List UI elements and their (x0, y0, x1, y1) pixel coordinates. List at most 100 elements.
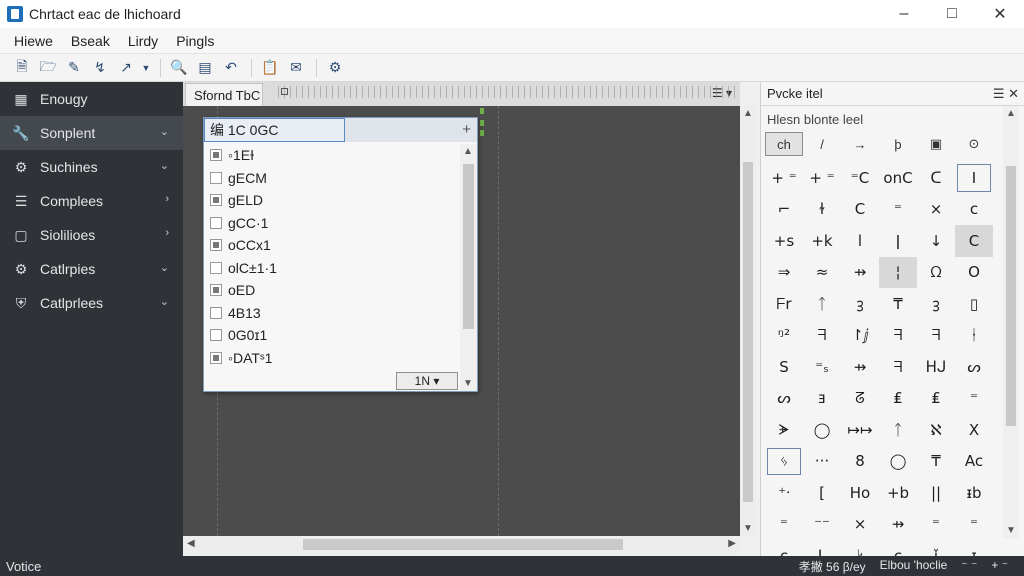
symbol-cell[interactable]: ₸ (917, 446, 955, 478)
symbol-cell[interactable]: l (841, 225, 879, 257)
symbol-cell[interactable]: onC (879, 162, 917, 194)
scrollbar-thumb[interactable] (303, 539, 623, 550)
list-item[interactable]: 0G0ɪ1 (204, 324, 460, 347)
menu-item-1[interactable]: Hiewe (0, 33, 62, 49)
scroll-right-icon[interactable]: ▶ (728, 538, 736, 549)
checkbox[interactable] (210, 149, 222, 162)
sidebar-item-6[interactable]: ⚙ Catlrpies ⌄ (0, 252, 183, 286)
symbol-cell[interactable]: ⇸ (879, 509, 917, 541)
symbol-cell[interactable]: ᕼᒍ (917, 351, 955, 383)
scroll-up-icon[interactable]: ▲ (743, 108, 753, 119)
symbol-cell[interactable]: ℵ (917, 414, 955, 446)
checkbox[interactable] (210, 306, 222, 319)
list-item[interactable]: ◦DATˢ1 (204, 347, 460, 370)
new-file-icon[interactable]: 🗎 (10, 57, 34, 79)
canvas-horizontal-scrollbar[interactable]: ◀ ▶ (183, 536, 740, 554)
symbol-cell[interactable]: ◯ (879, 446, 917, 478)
symbol-cell[interactable]: ᔕ (765, 383, 803, 415)
symbol-cell[interactable]: Ac (955, 446, 993, 478)
edit-pen-icon[interactable]: ✎ (62, 57, 86, 79)
chevron-up-icon[interactable]: ▲ (1006, 108, 1016, 119)
symbol-cell[interactable]: ⁼ (955, 383, 993, 415)
page-size-select[interactable]: 1N ▾ (396, 372, 458, 390)
checkbox[interactable] (210, 351, 222, 364)
symbol-cell[interactable]: O (955, 257, 993, 289)
tab-category[interactable]: → (841, 132, 879, 156)
open-folder-icon[interactable]: 🗁 (36, 57, 60, 79)
symbol-cell[interactable]: ₸ (879, 288, 917, 320)
sidebar-item-1[interactable]: ▦ Enougy (0, 82, 183, 116)
symbol-cell[interactable]: ᘯ (917, 257, 955, 289)
symbol-cell[interactable]: ᑕ (917, 162, 955, 194)
checkbox[interactable] (210, 194, 222, 207)
checklist-scrollbar[interactable]: ▲ ▼ (460, 144, 477, 391)
symbol-cell[interactable]: ⁼ (765, 509, 803, 541)
tab-category[interactable]: ⊙ (955, 132, 993, 156)
menu-item-2[interactable]: Bseak (62, 33, 119, 49)
scrollbar-thumb[interactable] (1006, 166, 1016, 426)
symbol-cell[interactable]: C (955, 225, 993, 257)
maximize-button[interactable]: □ (928, 0, 976, 28)
symbol-cell[interactable]: + ⁼ (803, 162, 841, 194)
symbol-cell[interactable]: Ho (841, 477, 879, 509)
bar-chart-icon[interactable]: ▤ (193, 57, 217, 79)
symbol-cell[interactable]: ᔕ (955, 351, 993, 383)
symbol-cell[interactable]: ↦↦ (841, 414, 879, 446)
sidebar-item-7[interactable]: ⛨ Catlprlees ⌄ (0, 286, 183, 320)
checkbox[interactable] (210, 329, 222, 342)
symbol-cell[interactable]: X (955, 414, 993, 446)
chevron-down-icon[interactable]: ▼ (1006, 525, 1016, 536)
undo-icon[interactable]: ↶ (219, 57, 243, 79)
symbol-cell[interactable]: ᵻb (955, 477, 993, 509)
checkbox[interactable] (210, 216, 222, 229)
zoom-icon[interactable]: 🔍 (167, 57, 191, 79)
list-item[interactable]: ◦1EƗ (204, 144, 460, 167)
symbol-cell[interactable]: ᖴr (765, 288, 803, 320)
symbol-cell[interactable]: ₤ (879, 383, 917, 415)
list-item[interactable]: olC±1·1 (204, 257, 460, 280)
symbol-cell[interactable]: Ⅰ (955, 162, 993, 194)
message-icon[interactable]: ✉ (284, 57, 308, 79)
tools-icon[interactable]: ⚙ (323, 57, 347, 79)
symbol-cell[interactable]: +b (879, 477, 917, 509)
list-item[interactable]: gELD (204, 189, 460, 212)
scroll-down-icon[interactable]: ▼ (743, 523, 753, 534)
tab-category[interactable]: ▣ (917, 132, 955, 156)
checklist-filter-field[interactable]: 编 1C 0GC (204, 118, 345, 142)
chart-line-icon[interactable]: ↗ (114, 57, 138, 79)
symbol-cell[interactable]: ≈ (803, 257, 841, 289)
list-item[interactable]: 4B13 (204, 302, 460, 325)
canvas-vertical-scrollbar[interactable]: ▲ ▼ (740, 106, 756, 536)
symbol-cell[interactable]: × (841, 509, 879, 541)
symbol-cell[interactable]: ⇸ (841, 351, 879, 383)
symbol-cell[interactable]: ⁻⁻ (803, 509, 841, 541)
panel-vertical-scrollbar[interactable]: ▲ ▼ (1003, 106, 1019, 538)
symbol-cell[interactable]: ɫ (803, 194, 841, 226)
tab-category[interactable]: / (803, 132, 841, 156)
minimize-button[interactable]: – (880, 0, 928, 28)
menu-item-4[interactable]: Pingls (167, 33, 223, 49)
symbol-cell[interactable]: +s (765, 225, 803, 257)
add-icon[interactable]: + (462, 121, 471, 138)
symbol-cell[interactable]: ⌐ (765, 194, 803, 226)
tab-document[interactable]: Sfornd TbC (185, 83, 263, 106)
sidebar-item-3[interactable]: ⚙ Suchines ⌄ (0, 150, 183, 184)
symbol-cell[interactable]: ᢃ (841, 288, 879, 320)
symbol-cell[interactable]: ⁺ᐧ (765, 477, 803, 509)
clipboard-icon[interactable]: 📋 (258, 57, 282, 79)
symbol-cell[interactable]: ᢃ (917, 288, 955, 320)
symbol-cell[interactable]: ᛏ (803, 288, 841, 320)
symbol-cell[interactable]: ᘔ (841, 383, 879, 415)
checkbox[interactable] (210, 261, 222, 274)
symbol-cell[interactable]: ⁼ (955, 509, 993, 541)
symbol-cell[interactable]: ⁼ (879, 194, 917, 226)
symbol-cell[interactable]: C (841, 194, 879, 226)
symbol-cell[interactable]: +k (803, 225, 841, 257)
symbol-cell[interactable]: + ⁼ (765, 162, 803, 194)
link-icon[interactable]: ↯ (88, 57, 112, 79)
symbol-cell[interactable]: × (917, 194, 955, 226)
symbol-cell[interactable]: ᖷ (879, 320, 917, 352)
scroll-left-icon[interactable]: ◀ (187, 538, 195, 549)
sidebar-item-2[interactable]: 🔧 Sonplent ⌄ (0, 116, 183, 150)
symbol-cell[interactable]: ↓ (917, 225, 955, 257)
